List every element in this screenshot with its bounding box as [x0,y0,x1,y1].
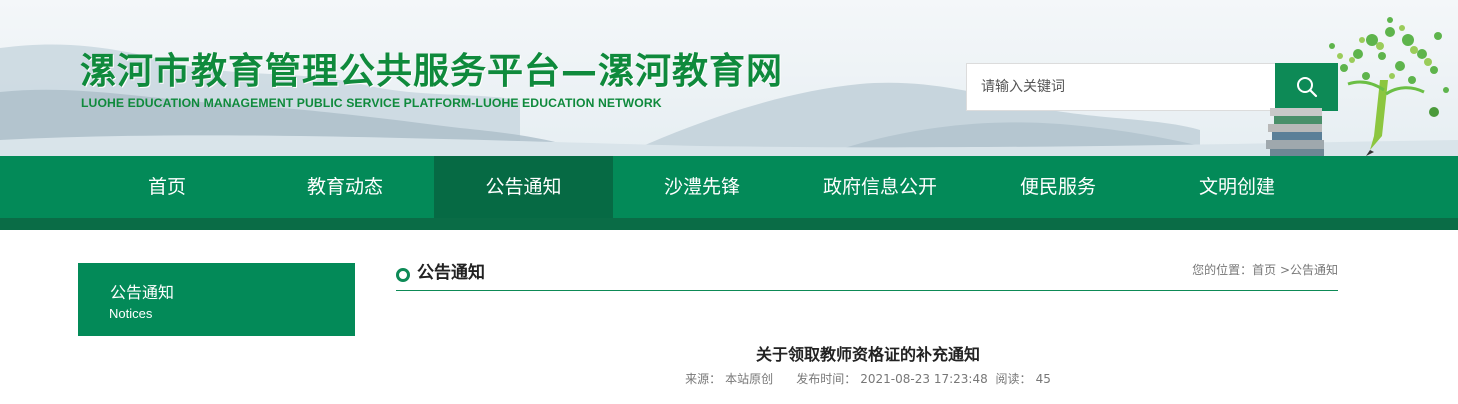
sidebar-title: 公告通知 [110,283,175,302]
site-title: 漯河市教育管理公共服务平台—漯河教育网 [80,51,784,92]
knowledge-tree-icon [1266,17,1449,156]
views-count: 45 [1035,372,1051,386]
site-subtitle: LUOHE EDUCATION MANAGEMENT PUBLIC SERVIC… [81,96,662,110]
main-nav: 首页 教育动态 公告通知 沙澧先锋 政府信息公开 便民服务 文明创建 [0,156,1458,218]
sidebar-subtitle: Notices [109,306,153,321]
breadcrumb[interactable]: 您的位置：首页 >公告通知 [1192,262,1338,278]
source-label: 来源： [685,372,722,386]
publish-time-label: 发布时间： [796,372,857,386]
nav-item-shali-pioneer[interactable]: 沙澧先锋 [613,156,791,218]
nav-item-public-services[interactable]: 便民服务 [969,156,1147,218]
article-title: 关于领取教师资格证的补充通知 [755,345,980,364]
section-title: 公告通知 [417,263,485,283]
nav-item-notices[interactable]: 公告通知 [434,156,613,218]
article-meta: 来源： 本站原创 发布时间： 2021-08-23 17:23:48 阅读： 45 [396,371,1338,387]
circle-bullet-icon [396,268,410,282]
publish-time-value: 2021-08-23 17:23:48 [860,372,988,386]
nav-item-education-news[interactable]: 教育动态 [256,156,434,218]
nav-divider-strip [0,218,1458,230]
search-input[interactable] [966,63,1276,111]
sidebar-category-card[interactable]: 公告通知 Notices [78,263,355,336]
section-header: 公告通知 您的位置：首页 >公告通知 [396,258,1338,291]
source-value: 本站原创 [725,372,774,386]
header-banner: 漯河市教育管理公共服务平台—漯河教育网 LUOHE EDUCATION MANA… [0,0,1458,156]
views-label: 阅读： [995,372,1032,386]
nav-item-home[interactable]: 首页 [78,156,256,218]
nav-item-civilization[interactable]: 文明创建 [1147,156,1327,218]
nav-item-gov-info[interactable]: 政府信息公开 [791,156,969,218]
